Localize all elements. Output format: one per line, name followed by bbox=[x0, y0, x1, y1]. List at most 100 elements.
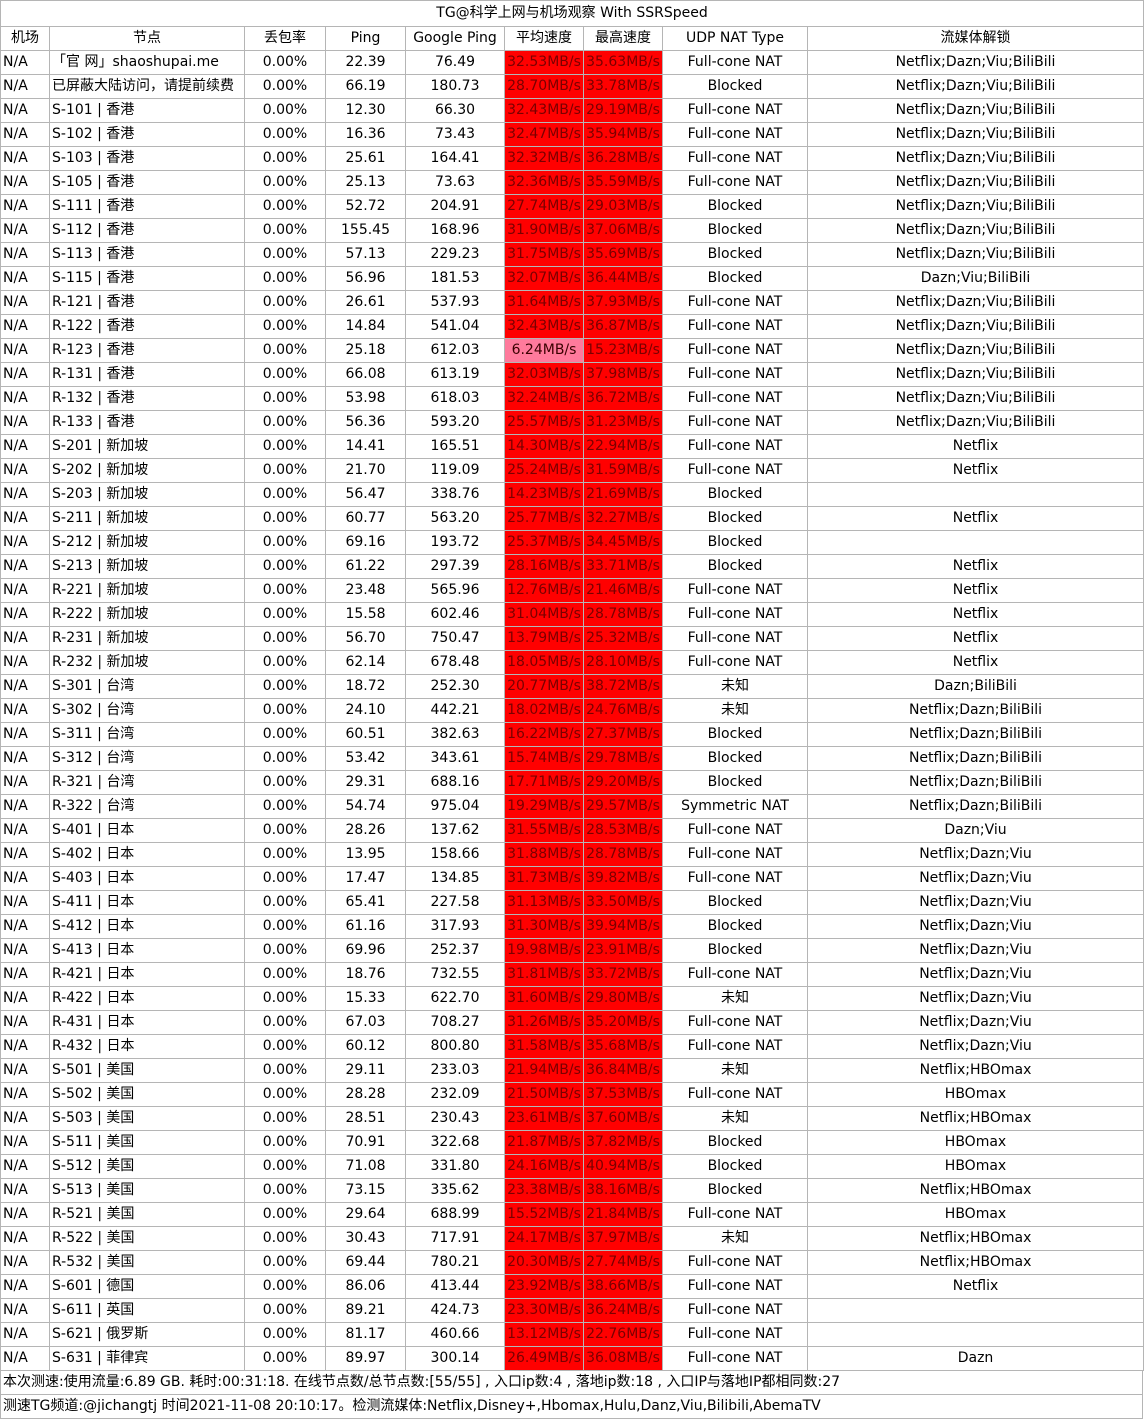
cell-ping: 60.12 bbox=[325, 1034, 406, 1059]
cell-node: S-112 | 香港 bbox=[49, 218, 245, 243]
cell-node: S-115 | 香港 bbox=[49, 266, 245, 291]
cell-google-ping: 204.91 bbox=[405, 194, 505, 219]
cell-udp-nat: 未知 bbox=[662, 986, 808, 1011]
table-row: N/A S-503 | 美国 0.00% 28.51 230.43 23.61MB/s 37… bbox=[0, 1106, 1144, 1131]
cell-airport: N/A bbox=[0, 410, 50, 435]
cell-streaming: Netflix bbox=[806, 650, 1144, 675]
cell-google-ping: 331.80 bbox=[405, 1154, 505, 1179]
cell-node: S-105 | 香港 bbox=[49, 170, 245, 195]
cell-airport: N/A bbox=[0, 1298, 50, 1323]
table-row: N/A R-231 | 新加坡 0.00% 56.70 750.47 13.79MB/s 2… bbox=[0, 626, 1144, 651]
cell-google-ping: 300.14 bbox=[405, 1346, 505, 1371]
cell-node: S-401 | 日本 bbox=[49, 818, 245, 843]
cell-udp-nat: Blocked bbox=[662, 242, 808, 267]
cell-udp-nat: Full-cone NAT bbox=[662, 1274, 808, 1299]
cell-loss: 0.00% bbox=[244, 602, 326, 627]
col-header-streaming: 流媒体解锁 bbox=[806, 26, 1144, 51]
col-header-node: 节点 bbox=[49, 26, 245, 51]
table-row: N/A S-601 | 德国 0.00% 86.06 413.44 23.92MB/s 38… bbox=[0, 1274, 1144, 1299]
cell-node: S-301 | 台湾 bbox=[49, 674, 245, 699]
cell-loss: 0.00% bbox=[244, 746, 326, 771]
cell-ping: 69.96 bbox=[325, 938, 406, 963]
cell-ping: 67.03 bbox=[325, 1010, 406, 1035]
table-row: N/A S-112 | 香港 0.00% 155.45 168.96 31.90MB/s 3… bbox=[0, 218, 1144, 243]
cell-google-ping: 780.21 bbox=[405, 1250, 505, 1275]
table-row: N/A S-413 | 日本 0.00% 69.96 252.37 19.98MB/s 23… bbox=[0, 938, 1144, 963]
cell-loss: 0.00% bbox=[244, 578, 326, 603]
cell-max-speed: 35.69MB/s bbox=[583, 242, 663, 267]
cell-max-speed: 23.91MB/s bbox=[583, 938, 663, 963]
table-row: N/A R-221 | 新加坡 0.00% 23.48 565.96 12.76MB/s 2… bbox=[0, 578, 1144, 603]
cell-streaming bbox=[806, 482, 1144, 507]
cell-max-speed: 29.20MB/s bbox=[583, 770, 663, 795]
col-header-loss: 丢包率 bbox=[244, 26, 326, 51]
cell-ping: 14.41 bbox=[325, 434, 406, 459]
cell-google-ping: 717.91 bbox=[405, 1226, 505, 1251]
table-title: TG@科学上网与机场观察 With SSRSpeed bbox=[0, 0, 1144, 27]
cell-loss: 0.00% bbox=[244, 698, 326, 723]
cell-streaming: Netflix;Dazn;Viu bbox=[806, 842, 1144, 867]
cell-google-ping: 460.66 bbox=[405, 1322, 505, 1347]
cell-udp-nat: Full-cone NAT bbox=[662, 1082, 808, 1107]
cell-loss: 0.00% bbox=[244, 362, 326, 387]
cell-udp-nat: Full-cone NAT bbox=[662, 626, 808, 651]
cell-udp-nat: Full-cone NAT bbox=[662, 602, 808, 627]
cell-avg-speed: 21.94MB/s bbox=[504, 1058, 584, 1083]
cell-google-ping: 442.21 bbox=[405, 698, 505, 723]
cell-avg-speed: 28.16MB/s bbox=[504, 554, 584, 579]
cell-airport: N/A bbox=[0, 194, 50, 219]
cell-ping: 65.41 bbox=[325, 890, 406, 915]
cell-node: R-532 | 美国 bbox=[49, 1250, 245, 1275]
cell-ping: 25.18 bbox=[325, 338, 406, 363]
cell-loss: 0.00% bbox=[244, 770, 326, 795]
cell-max-speed: 37.60MB/s bbox=[583, 1106, 663, 1131]
table-row: N/A S-212 | 新加坡 0.00% 69.16 193.72 25.37MB/s 3… bbox=[0, 530, 1144, 555]
table-row: N/A R-222 | 新加坡 0.00% 15.58 602.46 31.04MB/s 2… bbox=[0, 602, 1144, 627]
cell-max-speed: 29.03MB/s bbox=[583, 194, 663, 219]
cell-loss: 0.00% bbox=[244, 986, 326, 1011]
cell-streaming: Netflix bbox=[806, 626, 1144, 651]
cell-loss: 0.00% bbox=[244, 1202, 326, 1227]
cell-avg-speed: 31.90MB/s bbox=[504, 218, 584, 243]
cell-loss: 0.00% bbox=[244, 1274, 326, 1299]
cell-google-ping: 563.20 bbox=[405, 506, 505, 531]
cell-udp-nat: Full-cone NAT bbox=[662, 338, 808, 363]
cell-google-ping: 537.93 bbox=[405, 290, 505, 315]
cell-ping: 86.06 bbox=[325, 1274, 406, 1299]
cell-node: S-203 | 新加坡 bbox=[49, 482, 245, 507]
cell-ping: 25.13 bbox=[325, 170, 406, 195]
cell-avg-speed: 32.03MB/s bbox=[504, 362, 584, 387]
cell-loss: 0.00% bbox=[244, 722, 326, 747]
cell-node: S-113 | 香港 bbox=[49, 242, 245, 267]
cell-google-ping: 252.37 bbox=[405, 938, 505, 963]
cell-google-ping: 424.73 bbox=[405, 1298, 505, 1323]
cell-ping: 28.51 bbox=[325, 1106, 406, 1131]
cell-airport: N/A bbox=[0, 530, 50, 555]
table-row: N/A S-621 | 俄罗斯 0.00% 81.17 460.66 13.12MB/s 2… bbox=[0, 1322, 1144, 1347]
cell-max-speed: 27.74MB/s bbox=[583, 1250, 663, 1275]
cell-avg-speed: 24.17MB/s bbox=[504, 1226, 584, 1251]
cell-node: R-232 | 新加坡 bbox=[49, 650, 245, 675]
cell-max-speed: 39.82MB/s bbox=[583, 866, 663, 891]
cell-airport: N/A bbox=[0, 1106, 50, 1131]
table-row: N/A R-422 | 日本 0.00% 15.33 622.70 31.60MB/s 29… bbox=[0, 986, 1144, 1011]
cell-airport: N/A bbox=[0, 242, 50, 267]
cell-node: R-521 | 美国 bbox=[49, 1202, 245, 1227]
cell-ping: 69.16 bbox=[325, 530, 406, 555]
cell-node: R-122 | 香港 bbox=[49, 314, 245, 339]
cell-max-speed: 37.06MB/s bbox=[583, 218, 663, 243]
cell-google-ping: 565.96 bbox=[405, 578, 505, 603]
table-row: N/A R-522 | 美国 0.00% 30.43 717.91 24.17MB/s 37… bbox=[0, 1226, 1144, 1251]
cell-udp-nat: 未知 bbox=[662, 1106, 808, 1131]
cell-airport: N/A bbox=[0, 458, 50, 483]
cell-node: 已屏蔽大陆访问，请提前续费 bbox=[49, 74, 245, 99]
cell-max-speed: 36.87MB/s bbox=[583, 314, 663, 339]
cell-streaming: Netflix;Dazn;Viu;BiliBili bbox=[806, 194, 1144, 219]
table-row: N/A S-213 | 新加坡 0.00% 61.22 297.39 28.16MB/s 3… bbox=[0, 554, 1144, 579]
cell-udp-nat: Full-cone NAT bbox=[662, 962, 808, 987]
cell-avg-speed: 28.70MB/s bbox=[504, 74, 584, 99]
cell-ping: 54.74 bbox=[325, 794, 406, 819]
col-header-avg-speed: 平均速度 bbox=[504, 26, 584, 51]
table-row: N/A S-631 | 菲律宾 0.00% 89.97 300.14 26.49MB/s 3… bbox=[0, 1346, 1144, 1371]
cell-loss: 0.00% bbox=[244, 146, 326, 171]
